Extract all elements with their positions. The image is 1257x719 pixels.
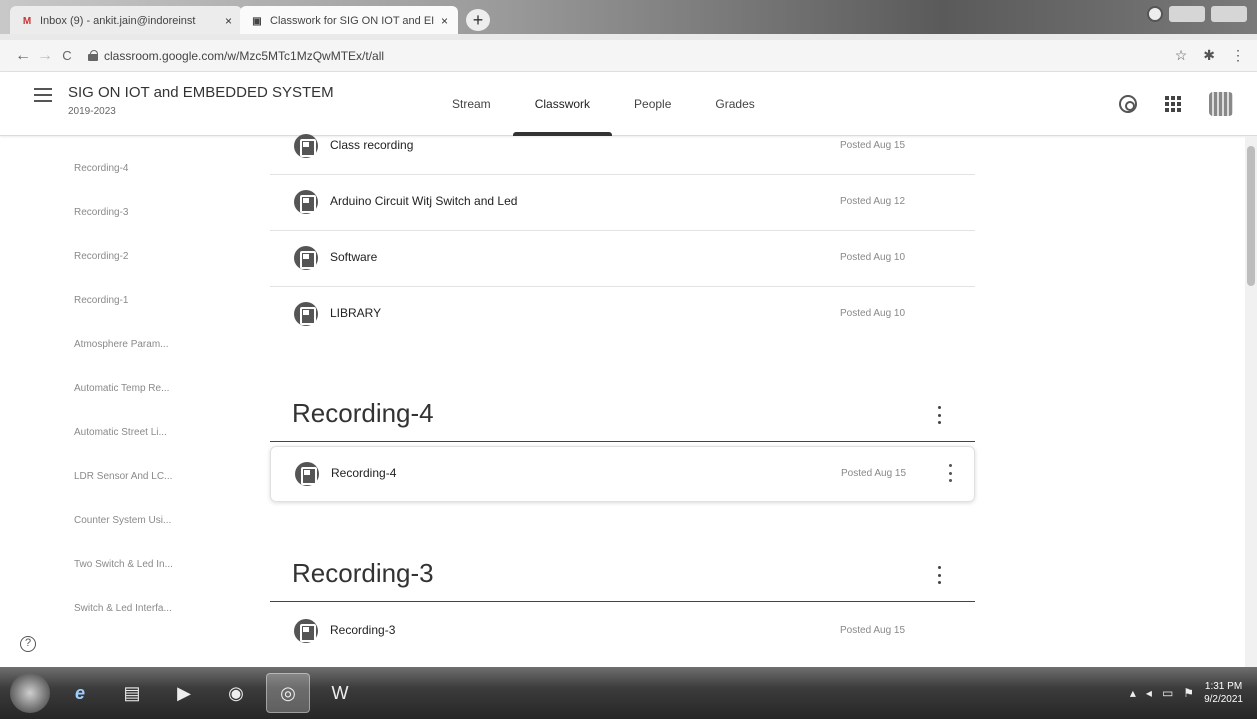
lock-icon xyxy=(88,50,98,61)
item-date: Posted Aug 10 xyxy=(840,308,906,319)
sidebar-topic[interactable]: Automatic Temp Re... xyxy=(74,383,169,394)
item-title: Recording-4 xyxy=(331,466,397,480)
material-icon xyxy=(294,246,318,270)
close-tab-icon[interactable]: × xyxy=(441,14,448,28)
address-bar: ← → C classroom.google.com/w/Mzc5MTc1MzQ… xyxy=(0,40,1257,72)
sidebar-topic[interactable]: Atmosphere Param... xyxy=(74,339,168,350)
course-title[interactable]: SIG ON IOT and EMBEDDED SYSTEM xyxy=(68,84,334,101)
sidebar-topic[interactable]: Automatic Street Li... xyxy=(74,427,167,438)
item-title: LIBRARY xyxy=(330,306,382,320)
gmail-icon: M xyxy=(22,15,32,27)
sidebar-topic[interactable]: Two Switch & Led In... xyxy=(74,559,173,570)
item-title: Arduino Circuit Witj Switch and Led xyxy=(330,194,518,208)
taskbar-clock[interactable]: 1:31 PM 9/2/2021 xyxy=(1204,680,1243,706)
material-icon xyxy=(295,462,319,486)
chrome-icon[interactable]: ◎ xyxy=(266,673,310,713)
start-button[interactable] xyxy=(10,673,50,713)
topic-section-header: Recording-3 xyxy=(270,542,975,602)
new-tab-button[interactable]: + xyxy=(466,9,490,31)
close-window-button[interactable] xyxy=(1211,6,1247,22)
material-icon xyxy=(294,190,318,214)
settings-gear-icon[interactable] xyxy=(1119,95,1137,113)
item-date: Posted Aug 15 xyxy=(841,468,907,479)
minimize-button[interactable] xyxy=(1169,6,1205,22)
system-tray: ▴ ◂ ▭ ⚑ 1:31 PM 9/2/2021 xyxy=(1130,680,1257,706)
windows-taskbar: e ▤ ▶ ◉ ◎ W ▴ ◂ ▭ ⚑ 1:31 PM 9/2/2021 xyxy=(0,667,1257,719)
item-date: Posted Aug 15 xyxy=(840,625,906,636)
back-button[interactable]: ← xyxy=(12,47,34,65)
tab-title: Classwork for SIG ON IOT and EI xyxy=(270,15,435,27)
list-item[interactable]: Arduino Circuit Witj Switch and Led Post… xyxy=(270,175,975,231)
classroom-icon: ▣ xyxy=(252,15,262,27)
classwork-list: Class recording Posted Aug 15 Arduino Ci… xyxy=(270,134,980,667)
course-subtitle: 2019-2023 xyxy=(68,106,116,117)
list-item[interactable]: Software Posted Aug 10 xyxy=(270,231,975,287)
file-explorer-icon[interactable]: ▤ xyxy=(110,673,154,713)
item-date: Posted Aug 10 xyxy=(840,252,906,263)
material-icon xyxy=(294,134,318,158)
section-title: Recording-3 xyxy=(292,558,434,588)
reload-button[interactable]: C xyxy=(56,48,78,63)
item-date: Posted Aug 15 xyxy=(840,140,906,151)
network-icon[interactable]: ▭ xyxy=(1162,686,1173,700)
account-avatar[interactable] xyxy=(1209,92,1233,116)
list-item[interactable]: Recording-4 Posted Aug 15 xyxy=(270,446,975,502)
volume-icon[interactable]: ◂ xyxy=(1146,686,1152,700)
flag-icon[interactable]: ⚑ xyxy=(1183,686,1194,700)
list-item[interactable]: LIBRARY Posted Aug 10 xyxy=(270,287,975,343)
window-controls xyxy=(1147,6,1247,22)
clock-time: 1:31 PM xyxy=(1204,681,1243,692)
section-more-icon[interactable] xyxy=(936,406,942,424)
material-icon xyxy=(294,302,318,326)
tab-inbox[interactable]: M Inbox (9) - ankit.jain@indoreinst × xyxy=(10,6,242,36)
tab-title: Inbox (9) - ankit.jain@indoreinst xyxy=(40,15,196,27)
material-icon xyxy=(294,619,318,643)
media-center-icon[interactable]: ◉ xyxy=(214,673,258,713)
item-title: Class recording xyxy=(330,138,414,152)
item-title: Software xyxy=(330,250,378,264)
url-field[interactable]: classroom.google.com/w/Mzc5MTc1MzQwMTEx/… xyxy=(88,49,384,63)
item-title: Recording-3 xyxy=(330,623,396,637)
tab-classwork[interactable]: ▣ Classwork for SIG ON IOT and EI × xyxy=(240,6,458,36)
tray-arrow-icon[interactable]: ▴ xyxy=(1130,686,1136,700)
browser-tab-strip: M Inbox (9) - ankit.jain@indoreinst × ▣ … xyxy=(0,0,1257,40)
browser-menu-icon[interactable]: ⋮ xyxy=(1231,47,1245,64)
internet-explorer-icon[interactable]: e xyxy=(58,673,102,713)
section-title: Recording-4 xyxy=(292,398,434,428)
list-item[interactable]: Class recording Posted Aug 15 xyxy=(270,119,975,175)
sidebar-topic[interactable]: Recording-4 xyxy=(74,163,128,174)
profile-icon[interactable] xyxy=(1147,6,1163,22)
close-tab-icon[interactable]: × xyxy=(225,14,232,28)
sidebar-topic[interactable]: Recording-3 xyxy=(74,207,128,218)
bookmark-star-icon[interactable]: ☆ xyxy=(1175,47,1188,64)
header-actions xyxy=(1119,92,1233,116)
extensions-icon[interactable]: ✱ xyxy=(1203,47,1215,64)
clock-date: 9/2/2021 xyxy=(1204,694,1243,705)
page-scrollbar[interactable] xyxy=(1245,136,1257,667)
item-date: Posted Aug 12 xyxy=(840,196,906,207)
help-icon[interactable]: ? xyxy=(20,636,36,652)
word-icon[interactable]: W xyxy=(318,673,362,713)
main-menu-icon[interactable] xyxy=(34,88,52,102)
forward-button[interactable]: → xyxy=(34,47,56,65)
section-more-icon[interactable] xyxy=(936,566,942,584)
sidebar-topic[interactable]: Switch & Led Interfa... xyxy=(74,603,172,614)
scrollbar-thumb[interactable] xyxy=(1247,146,1255,286)
topic-sidebar: Recording-4 Recording-3 Recording-2 Reco… xyxy=(0,137,250,667)
apps-grid-icon[interactable] xyxy=(1165,96,1181,112)
address-bar-actions: ☆ ✱ ⋮ xyxy=(1175,47,1257,64)
media-player-icon[interactable]: ▶ xyxy=(162,673,206,713)
sidebar-topic[interactable]: Counter System Usi... xyxy=(74,515,171,526)
list-item[interactable]: Recording-3 Posted Aug 15 xyxy=(270,604,975,660)
sidebar-topic[interactable]: LDR Sensor And LC... xyxy=(74,471,172,482)
topic-section-header: Recording-4 xyxy=(270,382,975,442)
item-more-icon[interactable] xyxy=(947,464,953,482)
url-text: classroom.google.com/w/Mzc5MTc1MzQwMTEx/… xyxy=(104,48,385,63)
sidebar-topic[interactable]: Recording-2 xyxy=(74,251,128,262)
sidebar-topic[interactable]: Recording-1 xyxy=(74,295,128,306)
